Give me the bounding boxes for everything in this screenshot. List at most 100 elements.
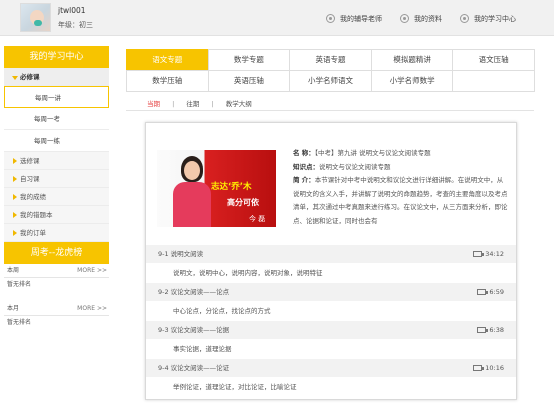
tab-row-1: 语文专题 数学专题 英语专题 模拟题精讲 语文压轴 (126, 49, 535, 71)
banner-slogan-1: 志达‘乔’木 (211, 182, 252, 192)
sidebar-item-required[interactable]: 必修课 (4, 68, 109, 86)
lesson-duration: 34:12 (473, 245, 504, 263)
tab-primary-chinese[interactable]: 小学名师语文 (289, 70, 372, 92)
tab-english-finale[interactable]: 英语压轴 (207, 70, 291, 92)
tab-chinese-finale[interactable]: 语文压轴 (452, 49, 535, 71)
sidebar-item-my-grades[interactable]: 我的成绩 (4, 188, 109, 206)
lesson-title: 9-2 议论文阅读——论点 (158, 288, 230, 296)
ranking-week-more-link[interactable]: MORE >> (77, 264, 107, 278)
lesson-desc: 说明文，说明中心，说明内容，说明对象，说明特征 (173, 269, 323, 277)
video-icon (473, 365, 485, 371)
profile-icon (400, 14, 409, 23)
lesson-list: 9-1 说明文阅读 34:12 说明文，说明中心，说明内容，说明对象，说明特征 … (146, 245, 516, 397)
lesson-row[interactable]: 9-1 说明文阅读 34:12 (146, 245, 516, 263)
course-card: 志达‘乔’木 高分可依 今 磊 名 称：【中考】第九讲 说明文与议论文阅读专题 … (145, 122, 517, 400)
sidebar-item-label: 必修课 (20, 73, 40, 81)
chevron-right-icon (13, 230, 17, 236)
user-grade: 年级：初三 (58, 21, 93, 29)
chevron-right-icon (13, 158, 17, 164)
tab-mock-exam[interactable]: 模拟题精讲 (370, 49, 454, 71)
sidebar-item-label: 选修课 (20, 157, 40, 165)
tab-math-finale[interactable]: 数学压轴 (126, 70, 209, 92)
lesson-duration-text: 6:59 (489, 288, 504, 296)
lesson-title: 9-3 议论文阅读——论据 (158, 326, 230, 334)
banner-signature: 今 磊 (249, 215, 266, 223)
sidebar-item-label: 我的错题本 (20, 211, 53, 219)
sidebar-subitem-weekly-exam[interactable]: 每周一考 (4, 108, 109, 130)
subject-tabs: 语文专题 数学专题 英语专题 模拟题精讲 语文压轴 数学压轴 英语压轴 小学名师… (126, 49, 535, 92)
lesson-duration: 6:59 (477, 283, 504, 301)
course-name-row: 名 称：【中考】第九讲 说明文与议论文阅读专题 (293, 147, 508, 161)
tab-chinese-topics[interactable]: 语文专题 (126, 49, 209, 71)
tab-primary-math[interactable]: 小学名师数学 (370, 70, 454, 92)
lesson-duration-text: 10:16 (485, 364, 504, 372)
sidebar-item-my-orders[interactable]: 我的订单 (4, 224, 109, 242)
ranking-week-label: 本周 (7, 267, 20, 274)
filter-separator: | (172, 100, 175, 108)
tab-math-topics[interactable]: 数学专题 (207, 49, 291, 71)
sidebar-item-self-study[interactable]: 自习课 (4, 170, 109, 188)
sidebar-subitem-weekly-lecture[interactable]: 每周一讲 (4, 86, 109, 108)
period-filters: 当期 | 往期 | 教学大纲 (147, 98, 262, 108)
sidebar-item-electives[interactable]: 选修课 (4, 152, 109, 170)
video-icon (473, 251, 485, 257)
sidebar-item-label: 我的订单 (20, 229, 46, 237)
lesson-row[interactable]: 9-3 议论文阅读——论据 6:38 (146, 321, 516, 339)
course-name: 【中考】第九讲 说明文与议论文阅读专题 (314, 149, 431, 157)
lesson-duration-text: 6:38 (489, 326, 504, 334)
top-bar: jtwl001 年级：初三 我的辅导老师 我的资料 我的学习中心 (0, 0, 554, 36)
username: jtwl001 (58, 6, 86, 15)
course-banner[interactable]: 志达‘乔’木 高分可依 今 磊 (157, 150, 276, 227)
sidebar-item-label: 自习课 (20, 175, 40, 183)
course-name-label: 名 称： (293, 149, 315, 157)
ranking-title: 周考--龙虎榜 (4, 242, 109, 264)
sidebar-subitem-weekly-practice[interactable]: 每周一练 (4, 130, 109, 152)
chevron-right-icon (13, 176, 17, 182)
lesson-row[interactable]: 9-4 议论文阅读——论证 10:16 (146, 359, 516, 377)
course-info: 名 称：【中考】第九讲 说明文与议论文阅读专题 知识点：说明文与议论文阅读专题 … (293, 147, 508, 228)
ranking-month-empty: 暂无排名 (7, 319, 32, 326)
course-intro: 本节课针对中考中说明文和议论文进行详细讲解。在说明文中，从说明文的含义入手，并讲… (293, 176, 508, 225)
ranking-week-header: 本周 MORE >> (4, 264, 109, 278)
tab-empty (452, 70, 535, 92)
sidebar-item-mistake-book[interactable]: 我的错题本 (4, 206, 109, 224)
lesson-desc: 举例论证，道理论证，对比论证，比喻论证 (173, 383, 297, 391)
lesson-title: 9-4 议论文阅读——论证 (158, 364, 230, 372)
course-knowledge: 说明文与议论文阅读专题 (319, 162, 391, 171)
filter-outline[interactable]: 教学大纲 (226, 100, 252, 108)
ranking-week-empty: 暂无排名 (7, 281, 32, 288)
lesson-duration: 10:16 (473, 359, 504, 377)
my-learning-center-link[interactable]: 我的学习中心 (460, 14, 516, 24)
ranking-spacer (4, 292, 109, 302)
sidebar-item-label: 我的成绩 (20, 193, 46, 201)
filter-past[interactable]: 往期 (186, 100, 199, 108)
chevron-right-icon (13, 194, 17, 200)
chevron-right-icon (13, 212, 17, 218)
tutor-icon (326, 14, 335, 23)
lesson-desc: 中心论点，分论点，找论点的方式 (173, 307, 271, 315)
teacher-photo (171, 156, 211, 227)
lesson-row[interactable]: 9-2 议论文阅读——论点 6:59 (146, 283, 516, 301)
lesson-desc: 事实论据，道理论据 (173, 345, 232, 353)
teacher-body (173, 182, 211, 227)
avatar[interactable] (20, 3, 51, 32)
filter-current[interactable]: 当期 (147, 100, 160, 108)
sidebar-title: 我的学习中心 (4, 46, 109, 68)
learning-center-icon (460, 14, 469, 23)
filter-separator: | (211, 100, 214, 108)
my-profile-link[interactable]: 我的资料 (400, 14, 442, 24)
course-knowledge-row: 知识点：说明文与议论文阅读专题 (293, 161, 508, 175)
tab-row-2: 数学压轴 英语压轴 小学名师语文 小学名师数学 (126, 70, 535, 92)
banner-slogan-2: 高分可依 (227, 198, 259, 207)
course-knowledge-label: 知识点： (293, 162, 319, 171)
ranking-month-more-link[interactable]: MORE >> (77, 302, 107, 316)
my-tutor-link[interactable]: 我的辅导老师 (326, 14, 382, 24)
course-intro-label: 简 介： (293, 176, 315, 184)
sidebar: 我的学习中心 必修课 每周一讲 每周一考 每周一练 选修课 自习课 我的成绩 我… (4, 46, 109, 330)
lesson-title: 9-1 说明文阅读 (158, 250, 204, 258)
lesson-duration-text: 34:12 (485, 250, 504, 258)
my-tutor-label: 我的辅导老师 (340, 15, 382, 23)
tab-english-topics[interactable]: 英语专题 (289, 49, 372, 71)
chevron-down-icon (12, 76, 18, 80)
video-icon (477, 289, 489, 295)
